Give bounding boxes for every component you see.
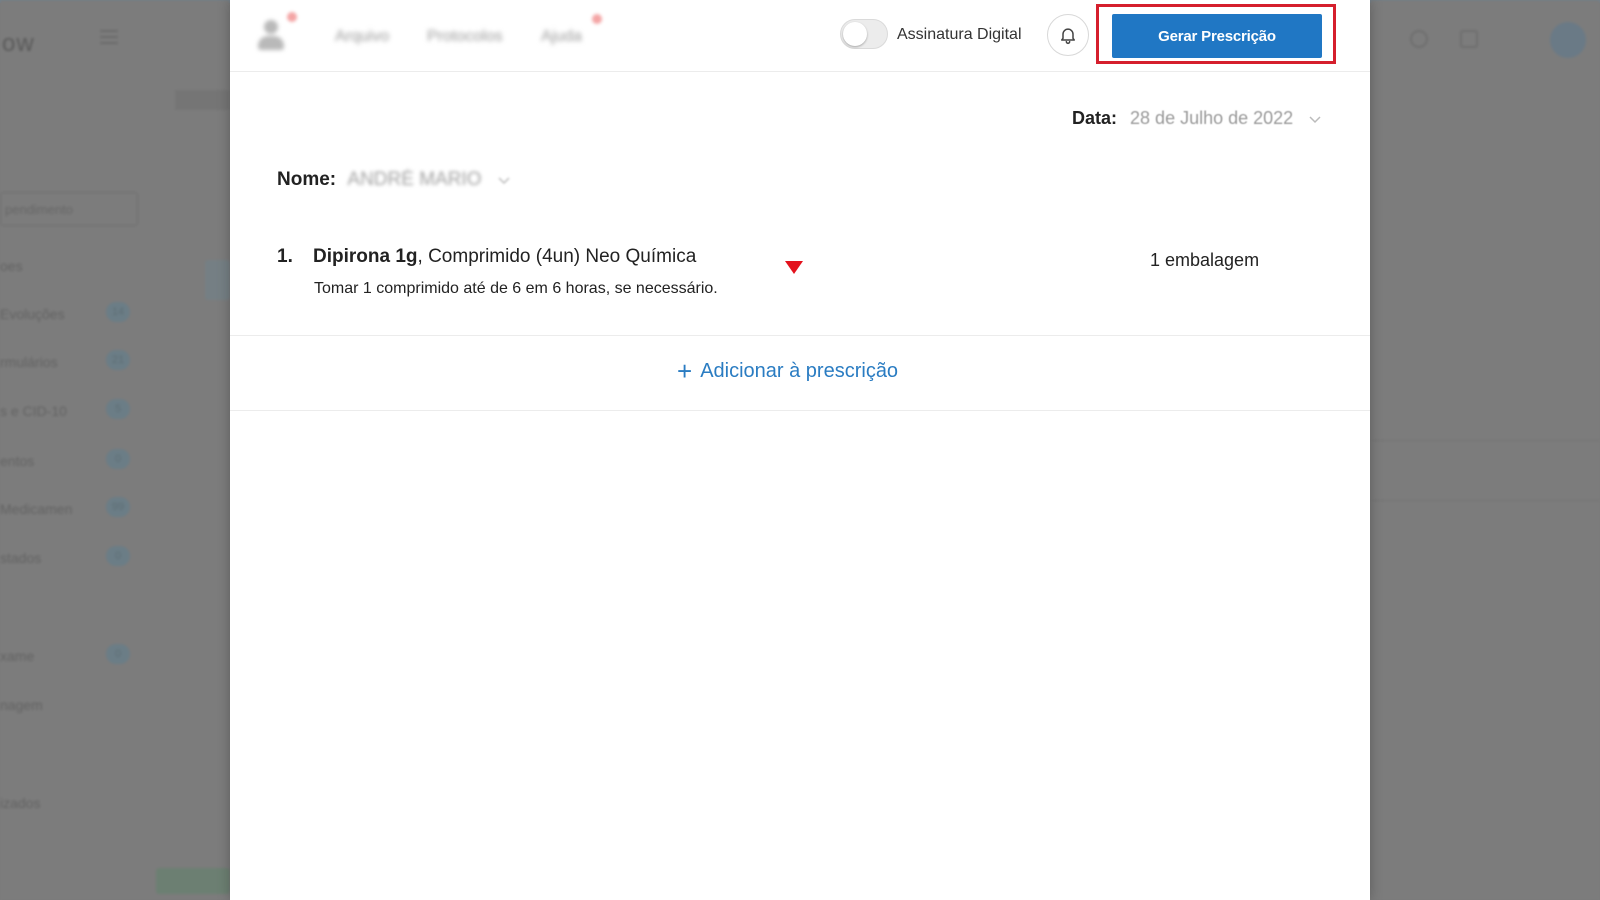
modal-header: Arquivo Protocolos Ajuda Assinatura Digi… [230, 0, 1370, 72]
item-quantity: 1 embalagem [1150, 250, 1260, 270]
background-sidebar-item: xame 0 [0, 644, 130, 664]
background-breadcrumb [175, 90, 230, 110]
count-badge: 0 [106, 449, 130, 469]
background-sidebar-item: Evoluções 14 [0, 302, 130, 322]
background-sidebar-item: Medicamen 99 [0, 497, 130, 517]
nav-link-ajuda[interactable]: Ajuda [541, 28, 582, 46]
notification-dot [592, 14, 602, 24]
background-sidebar-item: rmulários 21 [0, 350, 130, 370]
drug-detail: , Comprimido (4un) Neo Química [417, 246, 697, 267]
user-avatar-icon[interactable] [258, 20, 284, 50]
item-instructions: Tomar 1 comprimido até de 6 em 6 horas, … [314, 280, 718, 297]
notifications-button[interactable] [1047, 14, 1089, 56]
patient-name-selector[interactable]: Nome: ANDRÉ MARIO [277, 169, 511, 191]
toggle-knob [843, 22, 867, 46]
digital-signature-toggle[interactable] [840, 19, 888, 49]
background-avatar [1550, 22, 1586, 58]
chevron-down-icon [498, 177, 510, 185]
background-chat-icon [1460, 30, 1478, 48]
background-sidebar-item: s e CID-10 5 [0, 399, 130, 419]
count-badge: 14 [106, 302, 130, 322]
name-label: Nome: [277, 169, 337, 190]
background-search-input: pendimento [0, 192, 138, 226]
background-tab [205, 260, 230, 300]
add-prescription-row: + Adicionar à prescrição [230, 335, 1370, 411]
background-sidebar-item: nagem [0, 697, 43, 713]
drug-name: Dipirona 1g [313, 246, 418, 267]
nav-link-protocolos[interactable]: Protocolos [427, 28, 503, 46]
background-logo: ow [2, 30, 35, 57]
background-sidebar-item: stados 0 [0, 546, 130, 566]
chevron-down-icon [1309, 116, 1321, 124]
item-drug: Dipirona 1g, Comprimido (4un) Neo Químic… [313, 246, 696, 268]
count-badge: 5 [106, 399, 130, 419]
add-to-prescription-label: Adicionar à prescrição [700, 359, 899, 382]
bell-icon [1061, 28, 1075, 45]
notification-dot [287, 12, 297, 22]
date-label: Data: [1072, 108, 1118, 128]
hamburger-menu-icon [100, 30, 118, 44]
count-badge: 0 [106, 546, 130, 566]
date-value: 28 de Julho de 2022 [1130, 108, 1294, 128]
name-value: ANDRÉ MARIO [347, 169, 482, 190]
background-app-right [1370, 0, 1600, 900]
plus-icon: + [677, 356, 693, 386]
nav-link-arquivo[interactable]: Arquivo [335, 28, 389, 46]
background-sidebar-item: entos 0 [0, 449, 130, 469]
prescription-modal: Arquivo Protocolos Ajuda Assinatura Digi… [230, 0, 1370, 900]
item-number: 1. [277, 246, 293, 267]
background-divider [1370, 500, 1600, 501]
digital-signature-label: Assinatura Digital [897, 26, 1022, 43]
count-badge: 99 [106, 497, 130, 517]
count-badge: 0 [106, 644, 130, 664]
background-footer-pill [156, 868, 230, 894]
item-dropdown-caret-icon[interactable] [783, 259, 805, 277]
background-app-left: ow pendimento oes Evoluções 14 rmulários 2… [0, 0, 230, 900]
background-bell-icon [1410, 30, 1428, 48]
background-sidebar-item: izados [0, 795, 41, 811]
generate-prescription-button[interactable]: Gerar Prescrição [1112, 14, 1322, 58]
background-divider [1370, 440, 1600, 441]
add-to-prescription-link[interactable]: + Adicionar à prescrição [677, 358, 898, 384]
background-sidebar-item: oes [0, 258, 23, 274]
count-badge: 21 [106, 350, 130, 370]
date-selector[interactable]: Data: 28 de Julho de 2022 [1072, 108, 1322, 129]
